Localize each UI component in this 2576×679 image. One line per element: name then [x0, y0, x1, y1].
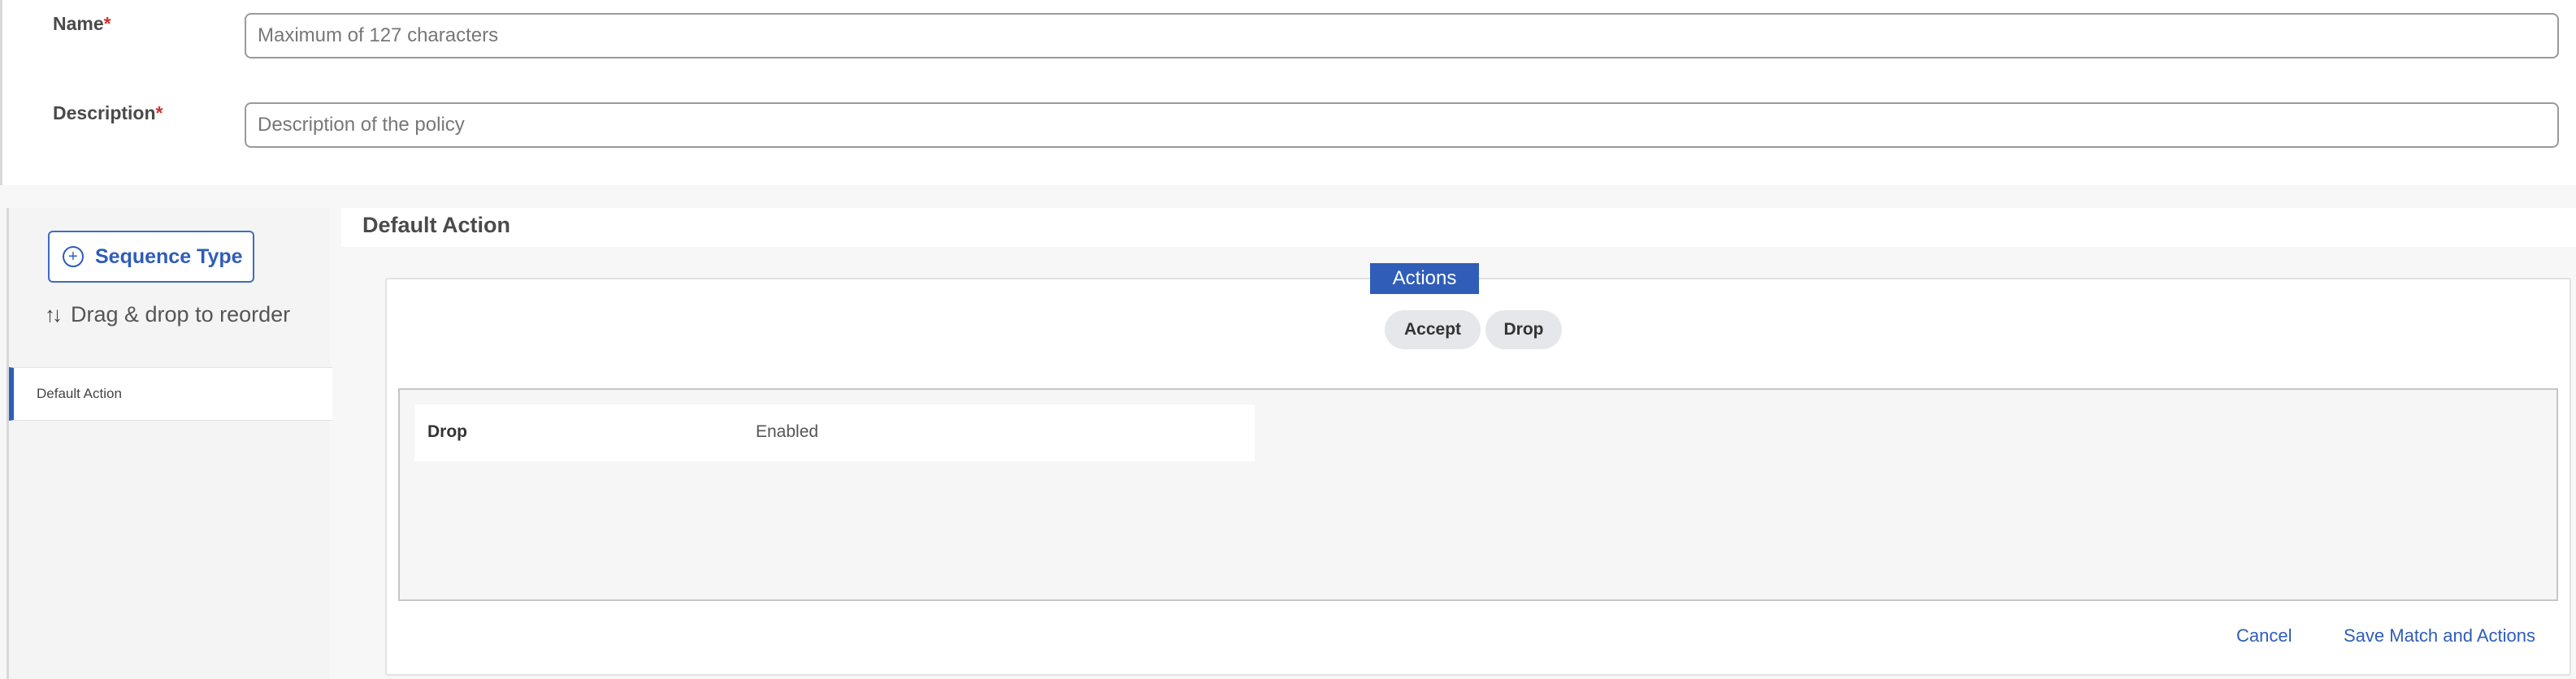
sequence-type-label: Sequence Type: [95, 244, 243, 268]
detail-row: Drop Enabled: [414, 404, 1255, 461]
drag-hint-text: Drag & drop to reorder: [71, 302, 291, 327]
action-details-box: Drop Enabled: [398, 388, 2558, 601]
plus-circle-icon: +: [63, 246, 84, 267]
description-label-text: Description: [53, 102, 156, 123]
detail-value: Enabled: [756, 422, 819, 441]
sequence-type-button[interactable]: + Sequence Type: [48, 231, 254, 283]
sequence-sidebar: + Sequence Type ↑↓ Drag & drop to reorde…: [7, 208, 332, 679]
drop-button[interactable]: Drop: [1485, 310, 1562, 349]
drag-hint: ↑↓ Drag & drop to reorder: [45, 302, 290, 327]
description-label: Description*: [53, 102, 163, 124]
sidebar-item-default-action[interactable]: Default Action: [9, 367, 332, 421]
name-label: Name*: [53, 13, 111, 35]
sidebar-item-label: Default Action: [37, 386, 122, 401]
sort-arrows-icon: ↑↓: [45, 302, 63, 327]
accept-button[interactable]: Accept: [1385, 310, 1481, 349]
name-required-mark: *: [103, 13, 111, 34]
detail-key: Drop: [427, 422, 467, 441]
name-label-text: Name: [53, 13, 104, 34]
description-input[interactable]: [245, 102, 2559, 148]
actions-tab[interactable]: Actions: [1370, 263, 1479, 294]
page-title: Default Action: [362, 213, 510, 237]
policy-form: Name* Description*: [0, 0, 2576, 185]
cancel-button[interactable]: Cancel: [2236, 625, 2292, 647]
name-input[interactable]: [245, 13, 2559, 58]
section-header: Default Action: [341, 208, 2576, 247]
description-required-mark: *: [155, 102, 163, 123]
save-match-actions-button[interactable]: Save Match and Actions: [2344, 625, 2535, 647]
